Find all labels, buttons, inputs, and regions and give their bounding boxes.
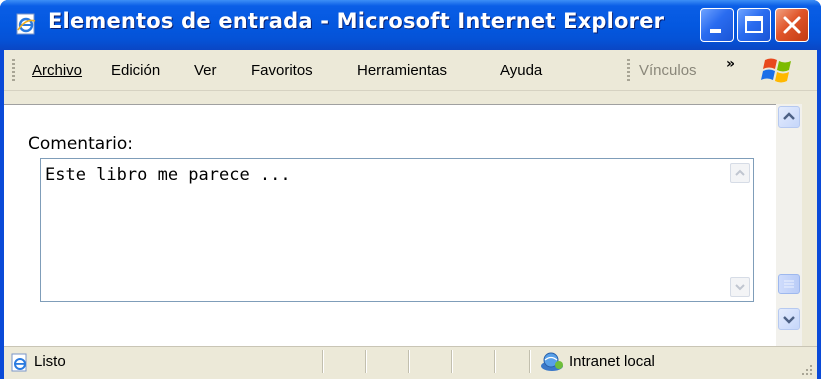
close-button[interactable]	[775, 8, 809, 42]
status-bar: Listo Intranet local	[4, 346, 817, 379]
browser-window: Elementos de entrada - Microsoft Interne…	[0, 0, 821, 379]
status-divider	[365, 350, 366, 373]
title-bar[interactable]: Elementos de entrada - Microsoft Interne…	[0, 0, 821, 50]
menu-edicion[interactable]: Edición	[111, 62, 160, 79]
minimize-button[interactable]	[700, 8, 734, 42]
status-divider	[322, 350, 323, 373]
textarea-scroll-up-button[interactable]	[730, 163, 750, 183]
status-divider	[529, 350, 530, 373]
status-text: Listo	[34, 353, 66, 370]
page-scroll-thumb[interactable]	[778, 274, 800, 294]
chevron-up-icon	[735, 169, 745, 176]
chevron-down-icon	[783, 316, 795, 324]
ie-page-icon	[11, 353, 27, 372]
page-scrollbar[interactable]	[776, 104, 802, 350]
comment-label: Comentario:	[28, 134, 133, 154]
page-scroll-up-button[interactable]	[778, 106, 800, 128]
close-icon	[783, 16, 801, 34]
menu-archivo[interactable]: Archivo	[32, 62, 82, 79]
links-grip[interactable]	[627, 59, 630, 83]
chevron-more-icon[interactable]: »	[726, 56, 735, 72]
menu-bar: Archivo Edición Ver Favoritos Herramient…	[4, 50, 817, 91]
maximize-icon	[745, 16, 763, 33]
chevron-down-icon	[735, 284, 745, 291]
status-divider	[451, 350, 452, 373]
ie-page-icon	[16, 13, 36, 35]
textarea-scrollbar[interactable]	[727, 159, 753, 301]
window-title: Elementos de entrada - Microsoft Interne…	[48, 9, 665, 33]
intranet-zone-icon	[541, 352, 563, 371]
page-scroll-down-button[interactable]	[778, 308, 800, 330]
links-label[interactable]: Vínculos	[639, 62, 697, 79]
menu-herramientas[interactable]: Herramientas	[357, 62, 447, 79]
status-divider	[494, 350, 495, 373]
chevron-up-icon	[783, 112, 795, 120]
grip-lines-icon	[784, 280, 794, 288]
comment-textarea[interactable]: Este libro me parece ...	[40, 158, 754, 302]
menu-ayuda[interactable]: Ayuda	[500, 62, 542, 79]
textarea-scroll-down-button[interactable]	[730, 277, 750, 297]
status-divider	[408, 350, 409, 373]
maximize-button[interactable]	[737, 8, 771, 42]
menu-favoritos[interactable]: Favoritos	[251, 62, 313, 79]
security-zone-label: Intranet local	[569, 353, 655, 370]
windows-logo-icon	[761, 58, 791, 83]
resize-grip-icon[interactable]	[799, 362, 813, 376]
toolbar-grip[interactable]	[12, 59, 15, 83]
menu-ver[interactable]: Ver	[194, 62, 217, 79]
minimize-icon	[710, 29, 721, 33]
